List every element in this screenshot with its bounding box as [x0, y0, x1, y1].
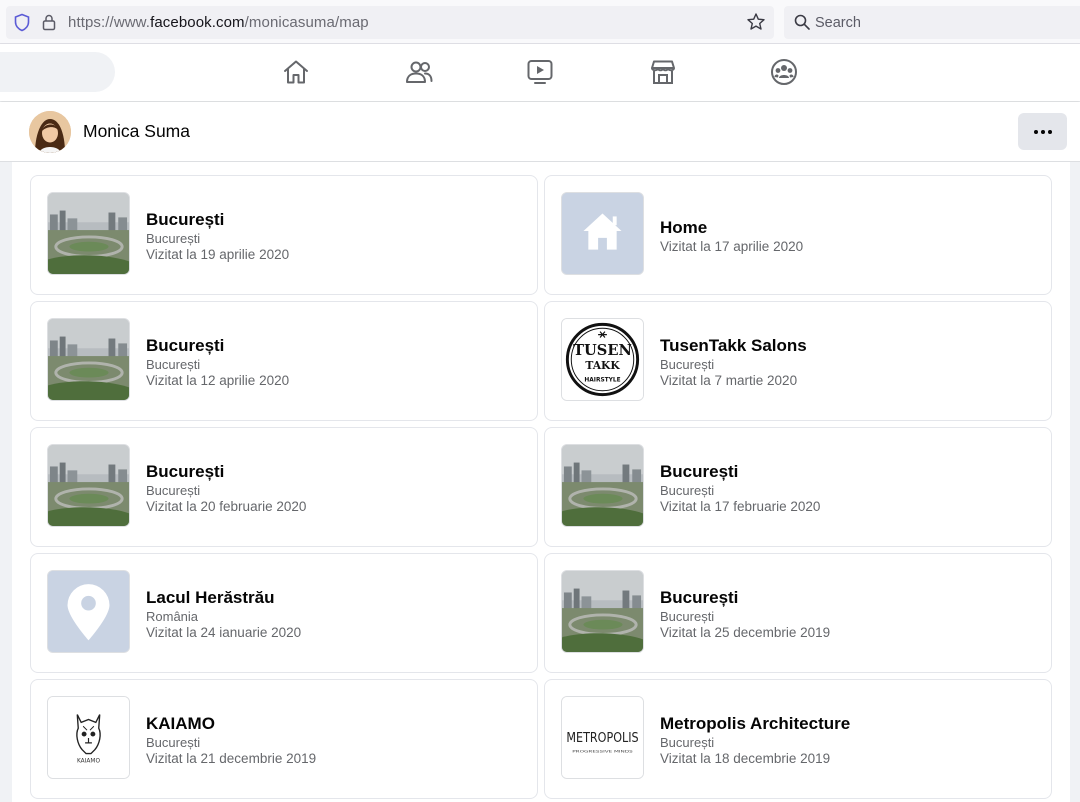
avatar[interactable] [29, 111, 71, 153]
logo-text-metropolis: METROPOLIS [566, 730, 638, 746]
lock-icon[interactable] [40, 13, 58, 32]
address-bar[interactable]: https://www.facebook.com/monicasuma/map [6, 6, 774, 39]
visit-date: Vizitat la 24 ianuarie 2020 [146, 625, 302, 640]
place-title[interactable]: KAIAMO [146, 714, 215, 734]
browser-search-field[interactable]: Search [784, 6, 1080, 39]
place-subtitle: București [660, 483, 715, 498]
place-card[interactable]: TUSEN TAKK HAIRSTYLE TusenTakk Salons Bu… [544, 301, 1052, 421]
place-title[interactable]: București [660, 588, 738, 608]
dot-icon [1033, 129, 1038, 134]
place-title[interactable]: TusenTakk Salons [660, 336, 807, 356]
watch-icon[interactable] [526, 58, 554, 86]
more-options-button[interactable] [1018, 113, 1067, 150]
places-visited-panel: București București Vizitat la 19 aprili… [12, 162, 1070, 802]
facebook-search-input[interactable] [0, 52, 115, 92]
visit-date: Vizitat la 20 februarie 2020 [146, 499, 307, 514]
place-card[interactable]: București București Vizitat la 25 decemb… [544, 553, 1052, 673]
home-icon[interactable] [282, 58, 310, 86]
tusentakk-logo-thumbnail[interactable]: TUSEN TAKK HAIRSTYLE [561, 318, 644, 401]
place-subtitle: București [146, 357, 201, 372]
metropolis-logo-thumbnail[interactable]: METROPOLIS PROGRESSIVE MINDS [561, 696, 644, 779]
place-title[interactable]: București [146, 462, 224, 482]
place-subtitle: București [660, 609, 715, 624]
search-placeholder: Search [815, 15, 861, 31]
visit-date: Vizitat la 19 aprilie 2020 [146, 247, 290, 262]
visit-date: Vizitat la 7 martie 2020 [660, 373, 798, 388]
visit-date: Vizitat la 17 aprilie 2020 [660, 239, 804, 254]
place-card[interactable]: București București Vizitat la 17 februa… [544, 427, 1052, 547]
groups-icon[interactable] [770, 58, 798, 86]
dot-icon [1040, 129, 1045, 134]
logo-text-takk: TAKK [585, 359, 620, 372]
profile-header: Monica Suma [0, 102, 1080, 162]
map-pin-icon [48, 571, 129, 652]
bookmark-star-icon[interactable] [746, 12, 766, 32]
visit-date: Vizitat la 18 decembrie 2019 [660, 751, 831, 766]
url-text[interactable]: https://www.facebook.com/monicasuma/map [68, 14, 369, 31]
place-subtitle: România [146, 609, 199, 624]
metropolis-logo: METROPOLIS PROGRESSIVE MINDS [562, 697, 643, 778]
place-title[interactable]: Metropolis Architecture [660, 714, 850, 734]
browser-toolbar: https://www.facebook.com/monicasuma/map … [0, 0, 1080, 44]
friends-icon[interactable] [405, 58, 433, 86]
place-card[interactable]: București București Vizitat la 12 aprili… [30, 301, 538, 421]
dot-icon [1047, 129, 1052, 134]
place-subtitle: București [660, 735, 715, 750]
logo-text-metropolis-tag: PROGRESSIVE MINDS [572, 749, 633, 754]
shield-icon[interactable] [13, 13, 31, 32]
city-photo-thumbnail[interactable] [47, 318, 130, 401]
home-placeholder-thumbnail[interactable] [561, 192, 644, 275]
city-photo-thumbnail[interactable] [47, 192, 130, 275]
logo-text-tusen: TUSEN [573, 342, 632, 359]
place-card[interactable]: Home Vizitat la 17 aprilie 2020 [544, 175, 1052, 295]
visit-date: Vizitat la 12 aprilie 2020 [146, 373, 290, 388]
facebook-top-nav [0, 44, 1080, 101]
profile-name[interactable]: Monica Suma [83, 121, 190, 142]
city-photo-thumbnail[interactable] [561, 570, 644, 653]
visit-date: Vizitat la 25 decembrie 2019 [660, 625, 831, 640]
place-subtitle: București [146, 735, 201, 750]
place-card[interactable]: București București Vizitat la 20 februa… [30, 427, 538, 547]
place-card[interactable]: București București Vizitat la 19 aprili… [30, 175, 538, 295]
place-card[interactable]: Lacul Herăstrău România Vizitat la 24 ia… [30, 553, 538, 673]
city-photo-thumbnail[interactable] [47, 444, 130, 527]
logo-text-hairstyle: HAIRSTYLE [584, 377, 620, 383]
city-photo-thumbnail[interactable] [561, 444, 644, 527]
place-subtitle: București [146, 231, 201, 246]
visit-date: Vizitat la 17 februarie 2020 [660, 499, 821, 514]
pin-placeholder-thumbnail[interactable] [47, 570, 130, 653]
place-title[interactable]: București [146, 210, 224, 230]
place-title[interactable]: Lacul Herăstrău [146, 588, 275, 608]
place-title[interactable]: București [146, 336, 224, 356]
search-icon [794, 14, 810, 30]
place-card[interactable]: METROPOLIS PROGRESSIVE MINDS Metropolis … [544, 679, 1052, 799]
place-subtitle: București [660, 357, 715, 372]
house-icon [562, 193, 643, 274]
place-title[interactable]: Home [660, 218, 707, 238]
place-subtitle: București [146, 483, 201, 498]
place-card[interactable]: KAIAMO KAIAMO București Vizitat la 21 de… [30, 679, 538, 799]
tusentakk-logo: TUSEN TAKK HAIRSTYLE [562, 319, 643, 400]
place-title[interactable]: București [660, 462, 738, 482]
logo-text-kaiamo: KAIAMO [77, 758, 100, 764]
kaiamo-logo-thumbnail[interactable]: KAIAMO [47, 696, 130, 779]
visit-date: Vizitat la 21 decembrie 2019 [146, 751, 317, 766]
marketplace-icon[interactable] [649, 58, 677, 86]
kaiamo-logo: KAIAMO [48, 697, 129, 778]
